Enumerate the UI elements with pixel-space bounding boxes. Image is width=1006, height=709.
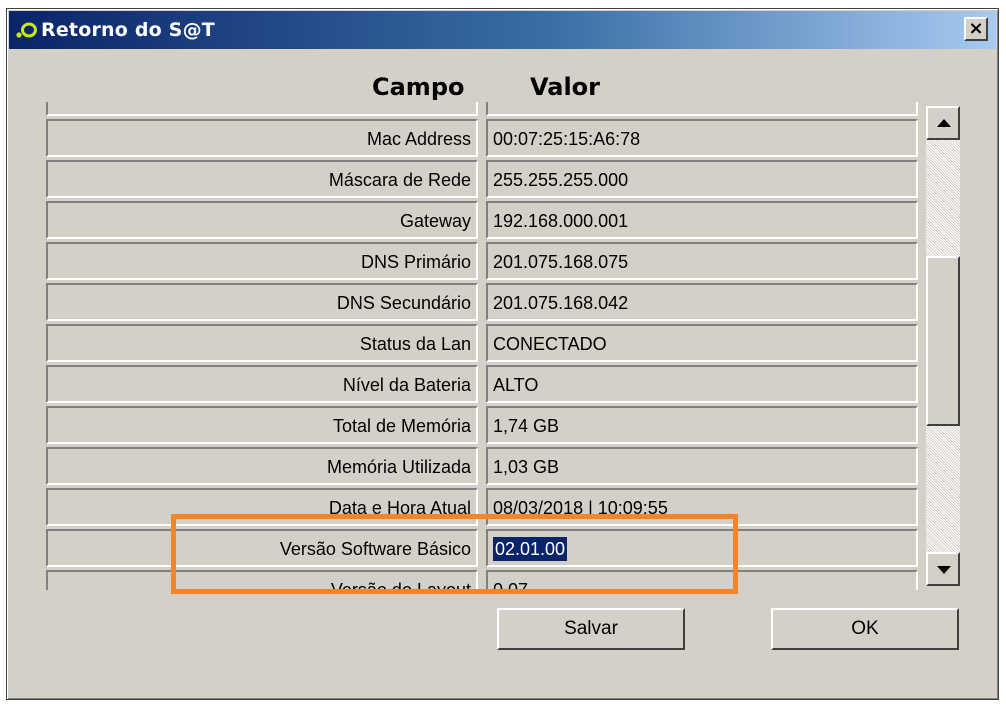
arrow-up-icon <box>937 119 951 127</box>
value-cell[interactable]: 1,74 GB <box>486 406 918 444</box>
field-cell: Status da Lan <box>46 324 478 362</box>
value-cell[interactable]: 1,03 GB <box>486 447 918 485</box>
table-row[interactable]: Mac Address 00:07:25:15:A6:78 <box>40 119 920 160</box>
value-cell[interactable]: 255.255.255.000 <box>486 160 918 198</box>
table-row[interactable]: Máscara de Rede 255.255.255.000 <box>40 160 920 201</box>
table-row[interactable]: Status da Lan CONECTADO <box>40 324 920 365</box>
table-row[interactable]: DNS Secundário 201.075.168.042 <box>40 283 920 324</box>
field-cell: Gateway <box>46 201 478 239</box>
value-cell[interactable]: 192.168.000.001 <box>486 201 918 239</box>
close-icon: × <box>968 18 984 39</box>
annotation-highlight-box <box>171 514 738 594</box>
scrollbar-thumb[interactable] <box>926 256 960 426</box>
value-cell-partial <box>486 102 918 116</box>
save-button[interactable]: Salvar <box>497 608 685 650</box>
table-row[interactable]: Memória Utilizada 1,03 GB <box>40 447 920 488</box>
field-cell: DNS Primário <box>46 242 478 280</box>
column-header-campo: Campo <box>372 73 465 101</box>
column-header-valor: Valor <box>530 73 601 101</box>
value-cell[interactable]: CONECTADO <box>486 324 918 362</box>
field-cell: DNS Secundário <box>46 283 478 321</box>
field-cell-partial <box>46 102 478 116</box>
value-cell[interactable]: 201.075.168.075 <box>486 242 918 280</box>
arrow-down-icon <box>937 566 951 574</box>
table-row[interactable]: Gateway 192.168.000.001 <box>40 201 920 242</box>
field-cell: Máscara de Rede <box>46 160 478 198</box>
field-cell: Memória Utilizada <box>46 447 478 485</box>
value-cell[interactable]: ALTO <box>486 365 918 403</box>
table-row-partial <box>40 102 920 119</box>
field-cell: Mac Address <box>46 119 478 157</box>
table-row[interactable]: Total de Memória 1,74 GB <box>40 406 920 447</box>
field-cell: Nível da Bateria <box>46 365 478 403</box>
sat-logo-icon <box>16 22 37 38</box>
value-cell[interactable]: 00:07:25:15:A6:78 <box>486 119 918 157</box>
title-bar[interactable]: Retorno do S@T × <box>9 11 996 49</box>
vertical-scrollbar[interactable] <box>926 106 960 586</box>
window-title: Retorno do S@T <box>41 19 215 41</box>
value-cell[interactable]: 201.075.168.042 <box>486 283 918 321</box>
ok-button[interactable]: OK <box>771 608 959 650</box>
scroll-down-button[interactable] <box>926 552 960 586</box>
table-row[interactable]: Nível da Bateria ALTO <box>40 365 920 406</box>
close-button[interactable]: × <box>964 17 988 41</box>
field-cell: Total de Memória <box>46 406 478 444</box>
scroll-up-button[interactable] <box>926 106 960 140</box>
table-row[interactable]: DNS Primário 201.075.168.075 <box>40 242 920 283</box>
